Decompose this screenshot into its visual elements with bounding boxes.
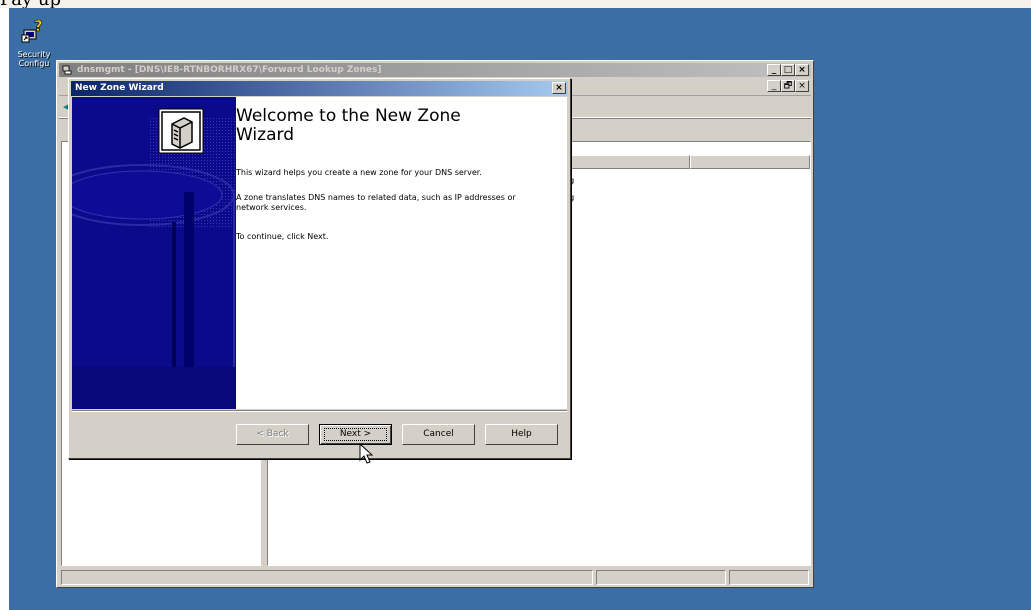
child-minimize-button[interactable]: _: [767, 80, 781, 92]
back-button[interactable]: < Back: [236, 424, 309, 445]
desktop-icon-security-configuration[interactable]: ? Security Configu: [9, 17, 59, 68]
next-button[interactable]: Next >: [319, 424, 392, 445]
dnsmgmt-title-text: dnsmgmt - [DNS\IE8-RTNBORHRX67\Forward L…: [77, 65, 382, 75]
next-button-focus-ring: [324, 428, 387, 441]
wizard-separator: [72, 410, 567, 412]
mouse-pointer-icon: [359, 442, 377, 465]
wizard-close-button[interactable]: ×: [552, 82, 566, 94]
wizard-continue-text: To continue, click Next.: [236, 232, 329, 241]
column-header-status[interactable]: [690, 155, 810, 169]
close-button[interactable]: ×: [795, 64, 809, 76]
child-restore-button[interactable]: 🗗: [781, 80, 795, 92]
desktop: ? Security Configu dnsmgmt - [DNS\IE8-RT…: [9, 8, 1031, 610]
minimize-button[interactable]: _: [767, 64, 781, 76]
browser-top-strip: Pay up: [0, 0, 1031, 8]
cancel-button[interactable]: Cancel: [402, 424, 475, 445]
wizard-title-text: New Zone Wizard: [75, 83, 164, 93]
maximize-button[interactable]: □: [781, 64, 795, 76]
status-pane-main: [61, 570, 593, 585]
network-help-icon: ?: [21, 17, 47, 44]
page-top-text: Pay up: [0, 0, 61, 8]
wizard-content: Welcome to the New Zone Wizard This wiza…: [236, 97, 567, 409]
wizard-heading: Welcome to the New Zone Wizard: [236, 106, 461, 145]
status-pane-2: [596, 570, 726, 585]
status-pane-3: [729, 570, 809, 585]
wizard-zone-explanation: A zone translates DNS names to related d…: [236, 193, 516, 212]
desktop-icon-label-line2: Configu: [18, 59, 50, 68]
dns-app-icon: [62, 65, 72, 75]
server-icon: [158, 108, 204, 154]
column-header-type[interactable]: s: [562, 155, 691, 169]
wizard-body: Welcome to the New Zone Wizard This wiza…: [72, 97, 567, 409]
dnsmgmt-titlebar[interactable]: dnsmgmt - [DNS\IE8-RTNBORHRX67\Forward L…: [59, 63, 811, 77]
new-zone-wizard-dialog[interactable]: New Zone Wizard × Welcome to the New Zon…: [68, 78, 571, 464]
wizard-intro-text: This wizard helps you create a new zone …: [236, 168, 482, 177]
desktop-icon-label-line1: Security: [17, 50, 51, 59]
child-close-button[interactable]: ×: [795, 80, 809, 92]
svg-text:?: ?: [34, 18, 43, 35]
status-bar: [61, 570, 809, 585]
wizard-banner-graphic: [72, 97, 236, 409]
help-button[interactable]: Help: [485, 424, 558, 445]
wizard-titlebar[interactable]: New Zone Wizard ×: [71, 81, 568, 96]
